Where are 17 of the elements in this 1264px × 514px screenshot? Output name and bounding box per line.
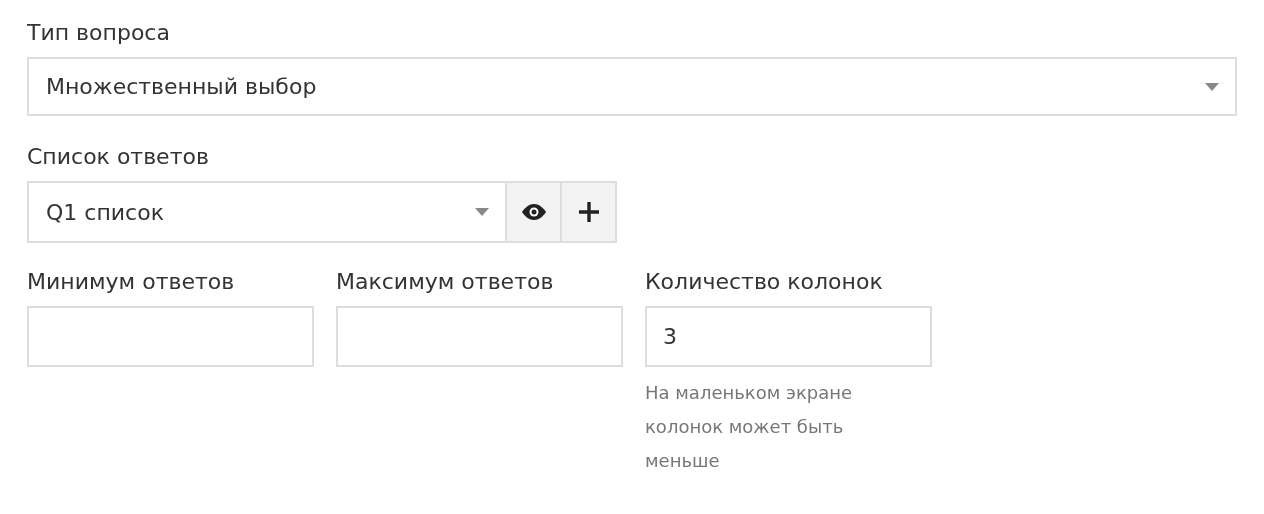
view-button[interactable] xyxy=(507,181,562,243)
input-field[interactable]: 3 xyxy=(645,306,932,367)
caret-icon xyxy=(475,208,489,216)
add-button[interactable] xyxy=(562,181,617,243)
question-type-select[interactable]: Множественный выбор xyxy=(27,57,1237,116)
field-label: Минимум ответов xyxy=(27,268,235,296)
answer-list-select[interactable]: Q1 список xyxy=(27,181,507,243)
field-label: Список ответов xyxy=(27,143,209,171)
help-text: На маленьком экране колонок может быть меньше xyxy=(645,381,854,473)
field-label: Тип вопроса xyxy=(27,19,170,47)
caret-icon xyxy=(1205,82,1219,91)
field-label: Максимум ответов xyxy=(336,268,554,296)
eye-icon xyxy=(521,204,546,220)
input-field[interactable] xyxy=(27,306,314,367)
plus-icon xyxy=(578,202,599,222)
input-field[interactable] xyxy=(336,306,623,367)
field-label: Количество колонок xyxy=(645,268,883,296)
